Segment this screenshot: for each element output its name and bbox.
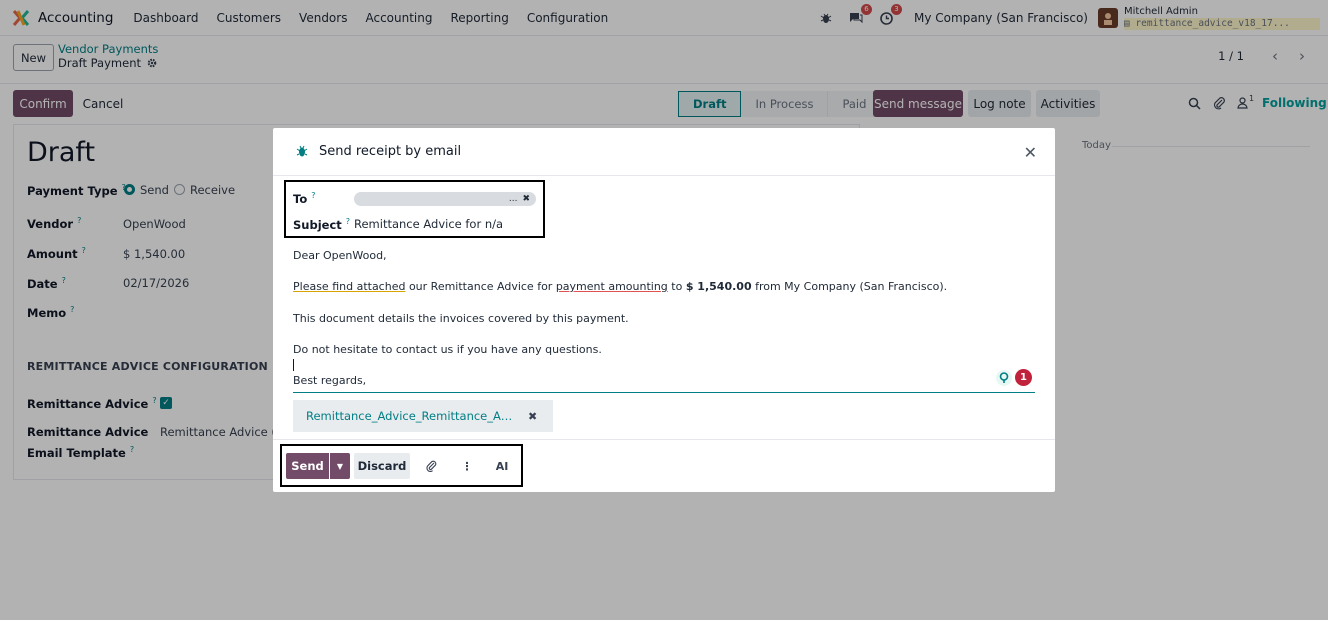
text-cursor <box>293 359 294 371</box>
body-paragraph-2[interactable]: This document details the invoices cover… <box>293 312 629 325</box>
writing-assistant-icon[interactable] <box>996 370 1012 386</box>
recipient-tag-overflow: ... <box>508 194 518 204</box>
dialog-title: Send receipt by email <box>319 144 462 159</box>
remove-recipient-icon[interactable]: ✖ <box>522 194 530 204</box>
body-paragraph-3[interactable]: Do not hesitate to contact us if you hav… <box>293 343 602 356</box>
attachment-chip: Remittance_Advice_Remittance_Advice.pdf … <box>293 400 553 432</box>
writing-assistant-badge[interactable]: 1 <box>1015 369 1032 386</box>
close-icon[interactable]: ✕ <box>1024 143 1037 162</box>
send-receipt-dialog: Send receipt by email ✕ To ? ... ✖ Subje… <box>273 128 1055 492</box>
subject-label: Subject ? <box>293 217 351 232</box>
body-paragraph-1[interactable]: Please find attached our Remittance Advi… <box>293 280 947 293</box>
to-label: To ? <box>293 191 316 206</box>
body-greeting[interactable]: Dear OpenWood, <box>293 249 387 262</box>
editor-bottom-border <box>293 392 1035 393</box>
body-closing[interactable]: Best regards, <box>293 374 366 387</box>
more-options-ellipsis-icon[interactable]: ⋮ <box>457 453 477 479</box>
recipient-tag[interactable]: ... ✖ <box>354 192 536 206</box>
dialog-header: Send receipt by email ✕ <box>273 128 1055 176</box>
subject-input[interactable]: Remittance Advice for n/a <box>354 217 503 231</box>
remove-attachment-icon[interactable]: ✖ <box>528 410 537 423</box>
ai-button[interactable]: AI <box>492 453 512 479</box>
debug-bug-icon[interactable] <box>296 144 308 158</box>
attachment-link[interactable]: Remittance_Advice_Remittance_Advice.pdf <box>306 409 516 423</box>
attach-paperclip-icon[interactable] <box>421 453 441 479</box>
send-options-chevron-down-icon[interactable]: ▼ <box>330 453 350 479</box>
discard-button[interactable]: Discard <box>354 453 410 479</box>
dialog-footer-divider <box>273 439 1055 440</box>
send-button[interactable]: Send <box>286 453 329 479</box>
